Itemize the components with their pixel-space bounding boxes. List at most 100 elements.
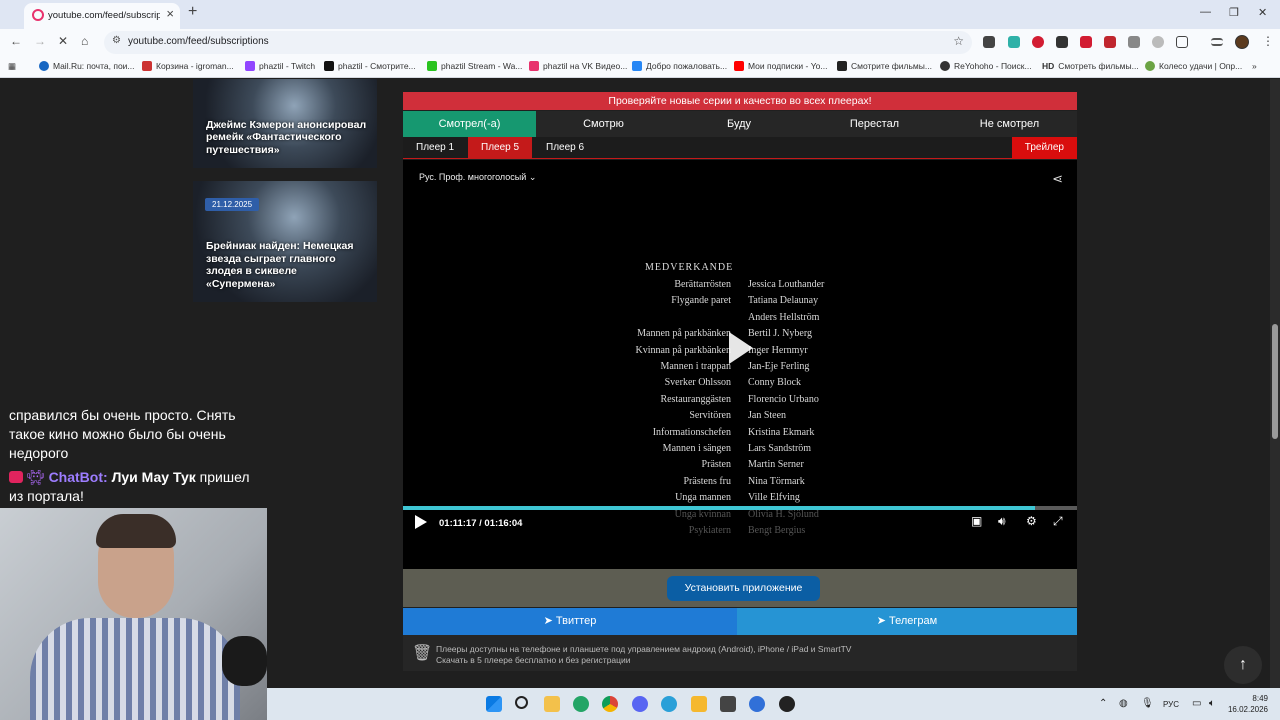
install-app-button[interactable]: Установить приложение — [667, 576, 820, 601]
reading-list-icon[interactable] — [1211, 38, 1223, 46]
windows-start-icon[interactable] — [486, 696, 502, 712]
status-watching[interactable]: Смотрю — [536, 111, 671, 137]
display-icon[interactable]: ▭ — [1192, 698, 1201, 709]
clock-time: 8:49 — [1252, 694, 1268, 703]
play-button[interactable] — [415, 515, 427, 529]
address-bar[interactable]: ⚙ youtube.com/feed/subscriptions ☆ — [104, 31, 972, 54]
twitter-button[interactable]: ➤ Твиттер — [403, 608, 737, 635]
bookmark-item[interactable]: Смотрите фильмы... — [837, 61, 932, 71]
bookmark-item[interactable]: Корзина - igroman... — [142, 61, 234, 71]
big-play-icon[interactable] — [729, 332, 753, 364]
bookmark-item[interactable]: ReYohoho - Поиск... — [940, 61, 1032, 71]
stop-icon[interactable]: ✕ — [58, 34, 68, 48]
player-tab-1[interactable]: Плеер 1 — [403, 137, 467, 159]
video-player[interactable]: Рус. Проф. многоголосый ⌄ ⋖ MEDVERKANDE … — [403, 160, 1077, 569]
extension-icon[interactable] — [1152, 36, 1164, 48]
bookmark-label: Смотрите фильмы... — [851, 61, 932, 71]
voice-selector[interactable]: Рус. Проф. многоголосый ⌄ — [419, 172, 536, 183]
bookmark-item[interactable]: Колесо удачи | Опр... — [1145, 61, 1242, 71]
bookmark-item[interactable]: Мои подписки - Yo... — [734, 61, 827, 71]
apps-info: 🗑︎ Плееры доступны на телефоне и планшет… — [403, 635, 1077, 671]
bookmark-item[interactable]: phaztil на VK Видео... — [529, 61, 627, 71]
speaker-icon[interactable]: 🔈︎ — [1209, 698, 1215, 709]
extension-icon[interactable] — [1032, 36, 1044, 48]
news-card[interactable]: Джеймс Кэмерон анонсировал ремейк «Фанта… — [193, 79, 377, 168]
watch-status-bar: Смотрел(-а) Смотрю Буду Перестал Не смот… — [403, 111, 1077, 137]
apps-line-1: Плееры доступны на телефоне и планшете п… — [436, 644, 852, 654]
telegram-icon[interactable] — [661, 696, 677, 712]
edge-icon[interactable] — [573, 696, 589, 712]
fullscreen-icon[interactable]: ⤢ — [1053, 514, 1063, 529]
extension-icon[interactable] — [1080, 36, 1092, 48]
tray-chevron-icon[interactable]: ⌃ — [1099, 698, 1107, 709]
bookmark-item[interactable]: phaztil - Смотрите... — [324, 61, 416, 71]
extension-icon[interactable] — [1128, 36, 1140, 48]
home-icon[interactable]: ⌂ — [81, 34, 88, 48]
bookmark-item[interactable]: HD Смотреть фильмы... — [1042, 61, 1139, 71]
language-indicator[interactable]: РУС — [1163, 700, 1179, 709]
extension-icon[interactable] — [1056, 36, 1068, 48]
news-card[interactable]: 21.12.2025 Брейниак найден: Немецкая зве… — [193, 181, 377, 302]
bookmark-item[interactable]: Mail.Ru: почта, пои... — [39, 61, 135, 71]
telegram-button[interactable]: ➤ Телеграм — [737, 608, 1077, 635]
close-window-icon[interactable]: ✕ — [1258, 6, 1267, 19]
chrome-icon[interactable] — [602, 696, 618, 712]
player-tab-5[interactable]: Плеер 5 — [468, 137, 533, 159]
scrollbar[interactable] — [1270, 79, 1280, 688]
player-tab-6[interactable]: Плеер 6 — [533, 137, 597, 159]
search-icon[interactable] — [515, 696, 528, 709]
more-bookmarks-icon[interactable]: » — [1252, 61, 1257, 71]
scrollbar-thumb[interactable] — [1272, 324, 1278, 439]
bookmark-label: Добро пожаловать... — [646, 61, 728, 71]
mic-icon[interactable]: 🎙︎ — [1141, 698, 1154, 709]
apps-grid-icon[interactable]: ▦ — [8, 61, 16, 72]
person-shirt — [30, 618, 240, 720]
extension-icon[interactable] — [983, 36, 995, 48]
close-tab-icon[interactable]: × — [166, 6, 174, 21]
app-icon[interactable] — [720, 696, 736, 712]
bookmark-label: phaztil на VK Видео... — [543, 61, 628, 71]
robot-icon: 👾︎ — [26, 469, 45, 485]
status-dropped[interactable]: Перестал — [807, 111, 942, 137]
status-will-watch[interactable]: Буду — [671, 111, 807, 137]
messenger-icon[interactable] — [749, 696, 765, 712]
discord-icon[interactable] — [632, 696, 648, 712]
bookmark-item[interactable]: phaztil Stream - Wa... — [427, 61, 522, 71]
back-icon[interactable]: ← — [10, 34, 22, 48]
send-icon: ➤ — [876, 615, 890, 627]
bookmark-item[interactable]: Добро пожаловать... — [632, 61, 727, 71]
credit-name: Jessica Louthander — [748, 279, 825, 290]
status-watched[interactable]: Смотрел(-а) — [403, 111, 536, 137]
settings-gear-icon[interactable]: ⚙ — [1026, 514, 1037, 528]
extensions-puzzle-icon[interactable] — [1176, 36, 1188, 48]
share-icon[interactable]: ⋖ — [1052, 171, 1063, 187]
send-icon: ➤ — [543, 615, 556, 627]
trailer-button[interactable]: Трейлер — [1011, 137, 1077, 159]
scroll-top-arrow-icon[interactable]: ↑ — [1224, 646, 1262, 684]
obs-icon[interactable] — [779, 696, 795, 712]
chat-line: из портала! — [9, 488, 84, 504]
bookmark-star-icon[interactable]: ☆ — [953, 34, 964, 48]
browser-tab[interactable]: youtube.com/feed/subscription × — [24, 3, 180, 29]
forward-icon[interactable]: → — [34, 34, 46, 48]
status-not-watched[interactable]: Не смотрел — [942, 111, 1077, 137]
news-date: 21.12.2025 — [205, 198, 260, 211]
extension-icon[interactable] — [1008, 36, 1020, 48]
network-icon[interactable]: ◍ — [1119, 698, 1128, 709]
menu-icon[interactable]: ⋮ — [1262, 34, 1274, 48]
clock[interactable]: 8:49 16.02.2026 — [1228, 693, 1268, 715]
app-icon[interactable] — [691, 696, 707, 712]
restore-icon[interactable]: ❐ — [1229, 6, 1239, 19]
extension-icon[interactable] — [1104, 36, 1116, 48]
picture-in-picture-icon[interactable]: ▣ — [971, 514, 982, 528]
new-tab-icon[interactable]: + — [188, 3, 197, 21]
file-explorer-icon[interactable] — [544, 696, 560, 712]
volume-icon[interactable]: 🔊︎ — [998, 514, 1006, 529]
profile-avatar[interactable] — [1235, 35, 1249, 49]
bookmark-label: Мои подписки - Yo... — [748, 61, 828, 71]
progress-bar[interactable] — [403, 506, 1077, 510]
bookmark-item[interactable]: phaztil - Twitch — [245, 61, 315, 71]
credit-name: Bertil J. Nyberg — [748, 328, 812, 340]
site-info-icon[interactable]: ⚙ — [112, 35, 121, 46]
minimize-icon[interactable]: — — [1200, 6, 1211, 18]
